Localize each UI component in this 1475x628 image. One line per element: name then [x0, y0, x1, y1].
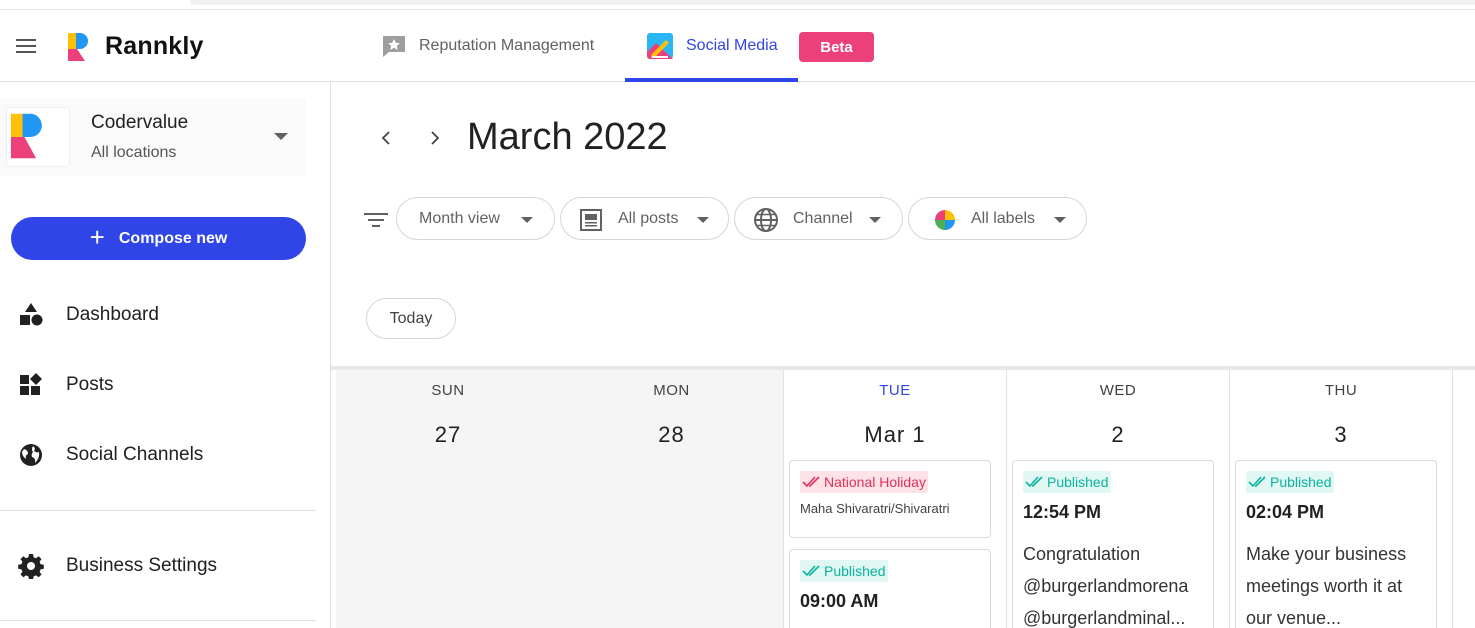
browser-chrome	[0, 0, 1475, 10]
post-card[interactable]: Published 02:04 PM Make your business me…	[1235, 460, 1437, 628]
sidebar-item-dashboard[interactable]: Dashboard	[0, 292, 316, 338]
status-badge: Published	[1023, 471, 1111, 493]
status-badge: Published	[1246, 471, 1334, 493]
double-check-icon	[1248, 476, 1266, 488]
double-check-icon	[802, 565, 820, 577]
sidebar-item-label: Posts	[66, 374, 114, 395]
post-text: Congratulation @burgerlandmorena @burger…	[1023, 544, 1189, 628]
dropdown-label: Month view	[419, 209, 500, 227]
day-of-week: MON	[653, 382, 690, 399]
day-number: 28	[658, 422, 685, 447]
sidebar-item-label: Dashboard	[66, 304, 159, 325]
month-view-dropdown[interactable]: Month view	[396, 197, 555, 240]
beta-badge: Beta	[799, 32, 874, 62]
widgets-icon	[20, 373, 42, 395]
compose-new-button[interactable]: + Compose new	[11, 217, 306, 260]
account-name: Codervalue	[91, 112, 189, 133]
status-badge: Published	[800, 560, 888, 582]
sidebar: Codervalue All locations + Compose new D…	[0, 82, 331, 628]
tab-label: Reputation Management	[419, 37, 595, 54]
gear-icon	[18, 554, 44, 579]
status-label: National Holiday	[824, 474, 926, 490]
sidebar-item-label: Social Channels	[66, 444, 204, 465]
day-number: 2	[1111, 422, 1125, 447]
sidebar-divider	[0, 620, 316, 621]
post-time: 12:54 PM	[1023, 502, 1102, 522]
account-logo-icon	[6, 107, 70, 167]
sidebar-item-posts[interactable]: Posts	[0, 362, 316, 408]
calendar-main: March 2022 Month view All posts Channel	[331, 82, 1475, 628]
caret-down-icon	[697, 217, 709, 223]
filter-icon[interactable]	[364, 211, 388, 229]
double-check-icon	[802, 476, 820, 488]
sidebar-divider	[0, 510, 316, 511]
today-button[interactable]: Today	[366, 298, 456, 339]
day-of-week: SUN	[431, 382, 465, 399]
day-number: 3	[1334, 422, 1348, 447]
post-card[interactable]: Published 12:54 PM Congratulation @burge…	[1012, 460, 1214, 628]
day-of-week: WED	[1099, 382, 1137, 399]
tab-label: Social Media	[686, 37, 778, 54]
day-column-sun[interactable]: SUN 27	[336, 370, 560, 628]
tab-social-media[interactable]: Social Media	[625, 10, 798, 82]
holiday-card[interactable]: National Holiday Maha Shivaratri/Shivara…	[789, 460, 991, 538]
day-of-week: TUE	[879, 382, 911, 399]
holiday-name: Maha Shivaratri/Shivaratri	[800, 501, 950, 516]
post-time: 09:00 AM	[800, 591, 879, 611]
globe-icon	[20, 444, 42, 466]
account-selector[interactable]: Codervalue All locations	[0, 98, 306, 176]
caret-down-icon	[521, 217, 533, 223]
day-column-tue[interactable]: TUE Mar 1 National Holiday Maha Shivarat…	[783, 370, 1006, 628]
plus-icon: +	[89, 222, 105, 252]
chevron-right-icon	[431, 131, 440, 145]
day-number: Mar 1	[864, 422, 926, 447]
caret-down-icon	[1054, 217, 1066, 223]
sidebar-item-social-channels[interactable]: Social Channels	[0, 432, 316, 478]
day-column-mon[interactable]: MON 28	[560, 370, 783, 628]
all-posts-dropdown[interactable]: All posts	[560, 197, 729, 240]
chevron-left-icon	[381, 131, 390, 145]
dropdown-label: All labels	[971, 209, 1036, 227]
next-month-button[interactable]	[425, 126, 445, 150]
channel-dropdown[interactable]: Channel	[734, 197, 903, 240]
menu-icon[interactable]	[16, 39, 36, 53]
post-text: Make your business meetings worth it at …	[1246, 544, 1407, 628]
sidebar-item-business-settings[interactable]: Business Settings	[0, 543, 316, 589]
prev-month-button[interactable]	[376, 126, 396, 150]
dropdown-label: Channel	[793, 209, 853, 227]
social-media-icon	[647, 33, 673, 59]
all-labels-dropdown[interactable]: All labels	[908, 197, 1087, 240]
day-number: 27	[434, 422, 462, 447]
day-of-week: THU	[1324, 382, 1358, 399]
color-wheel-icon	[935, 210, 955, 230]
chevron-down-icon	[274, 133, 288, 140]
post-time: 02:04 PM	[1246, 502, 1325, 522]
compose-label: Compose new	[118, 229, 228, 247]
month-title: March 2022	[467, 116, 668, 158]
rannkly-logo-icon	[68, 33, 88, 61]
status-label: Published	[1270, 474, 1332, 490]
dropdown-label: All posts	[618, 209, 679, 227]
globe-icon	[754, 208, 778, 232]
sidebar-item-label: Business Settings	[66, 555, 218, 576]
double-check-icon	[1025, 476, 1043, 488]
tab-reputation-management[interactable]: Reputation Management	[381, 10, 594, 82]
day-column-thu[interactable]: THU 3 Published 02:04 PM Make your busin…	[1229, 370, 1453, 628]
shapes-icon	[20, 303, 43, 326]
status-label: Published	[1047, 474, 1109, 490]
day-column-wed[interactable]: WED 2 Published 12:54 PM Congratulation …	[1006, 370, 1229, 628]
status-badge: National Holiday	[800, 471, 928, 493]
address-strip	[190, 0, 1475, 5]
status-label: Published	[824, 563, 886, 579]
star-flag-icon	[383, 36, 405, 57]
caret-down-icon	[869, 217, 881, 223]
calendar-grid: SUN 27 MON 28 TUE Mar 1 National Holiday…	[336, 370, 1475, 628]
article-icon	[580, 209, 602, 231]
post-card[interactable]: Published 09:00 AM	[789, 549, 991, 628]
account-locations: All locations	[91, 144, 177, 161]
app-header: Rannkly Reputation Management Social Med…	[0, 10, 1475, 82]
brand-name: Rannkly	[105, 32, 204, 60]
